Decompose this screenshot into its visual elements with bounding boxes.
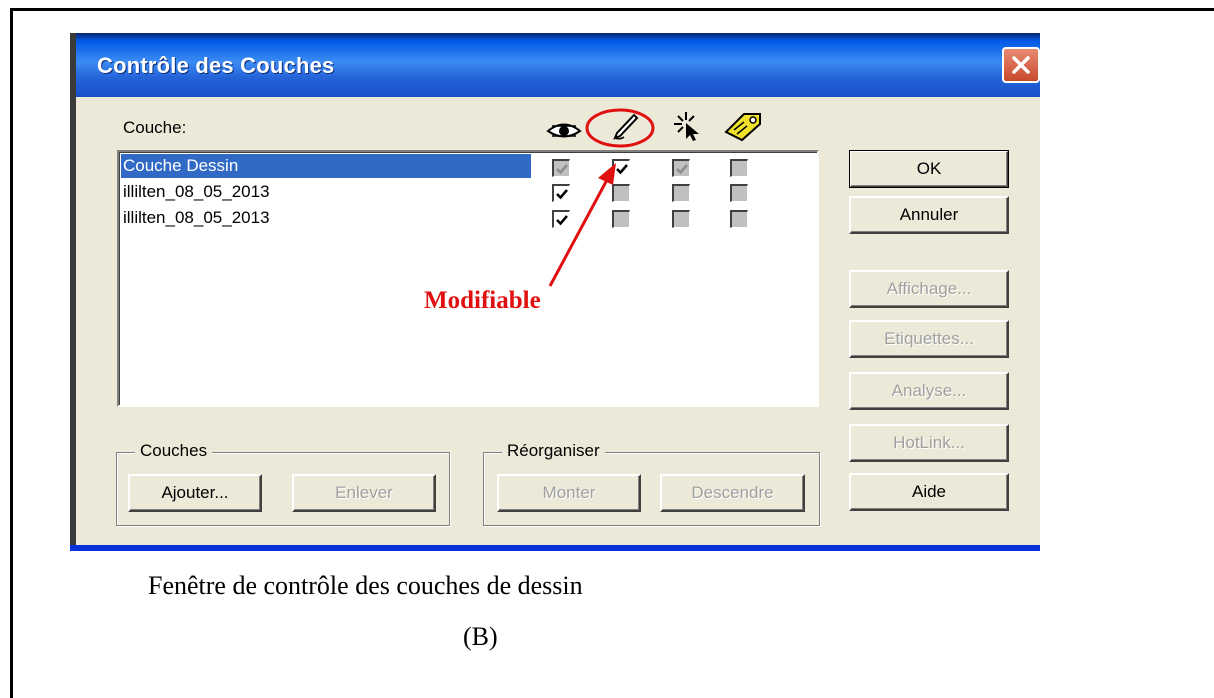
layer-row[interactable]: illilten_08_05_2013 [121, 180, 531, 204]
layer-row[interactable]: Couche Dessin [121, 154, 531, 178]
selectable-checkbox[interactable] [672, 210, 690, 228]
dialog-title: Contrôle des Couches [97, 53, 335, 78]
close-button[interactable] [1002, 47, 1040, 83]
label-checkbox[interactable] [730, 210, 748, 228]
annotation-arrow [548, 163, 616, 287]
window-left-border [70, 33, 76, 551]
ok-button[interactable]: OK [849, 150, 1009, 188]
label-checkbox[interactable] [730, 159, 748, 177]
help-button[interactable]: Aide [849, 473, 1009, 511]
layer-row[interactable]: illilten_08_05_2013 [121, 206, 531, 230]
cancel-button[interactable]: Annuler [849, 196, 1009, 234]
highlight-circle [585, 108, 655, 148]
hotlink-button[interactable]: HotLink... [849, 424, 1009, 462]
close-icon [1012, 56, 1030, 74]
window-bottom-border [70, 545, 1040, 551]
selectable-checkbox[interactable] [672, 184, 690, 202]
figure-label: (B) [463, 622, 498, 651]
label-tag-icon [724, 113, 761, 142]
title-bar[interactable]: Contrôle des Couches [76, 33, 1040, 97]
layer-name: illilten_08_05_2013 [123, 208, 270, 227]
figure-caption: Fenêtre de contrôle des couches de dessi… [148, 571, 583, 600]
labels-button[interactable]: Etiquettes... [849, 320, 1009, 358]
layers-group-label: Couches [135, 441, 213, 461]
add-layer-button[interactable]: Ajouter... [128, 474, 262, 512]
move-down-button[interactable]: Descendre [660, 474, 805, 512]
label-checkbox[interactable] [730, 184, 748, 202]
visible-eye-icon [546, 123, 582, 138]
layer-label: Couche: [123, 118, 187, 137]
selectable-checkbox[interactable] [672, 159, 690, 177]
layer-name: illilten_08_05_2013 [123, 182, 270, 201]
reorder-group-label: Réorganiser [502, 441, 605, 461]
layer-list[interactable]: Couche Dessin illilten_08_05_2013 illilt… [117, 150, 819, 407]
selectable-cursor-icon [674, 112, 699, 141]
display-button[interactable]: Affichage... [849, 270, 1009, 308]
remove-layer-button[interactable]: Enlever [292, 474, 436, 512]
move-up-button[interactable]: Monter [497, 474, 641, 512]
annotation-label: Modifiable [424, 287, 541, 314]
layer-name: Couche Dessin [123, 156, 239, 175]
analysis-button[interactable]: Analyse... [849, 372, 1009, 410]
